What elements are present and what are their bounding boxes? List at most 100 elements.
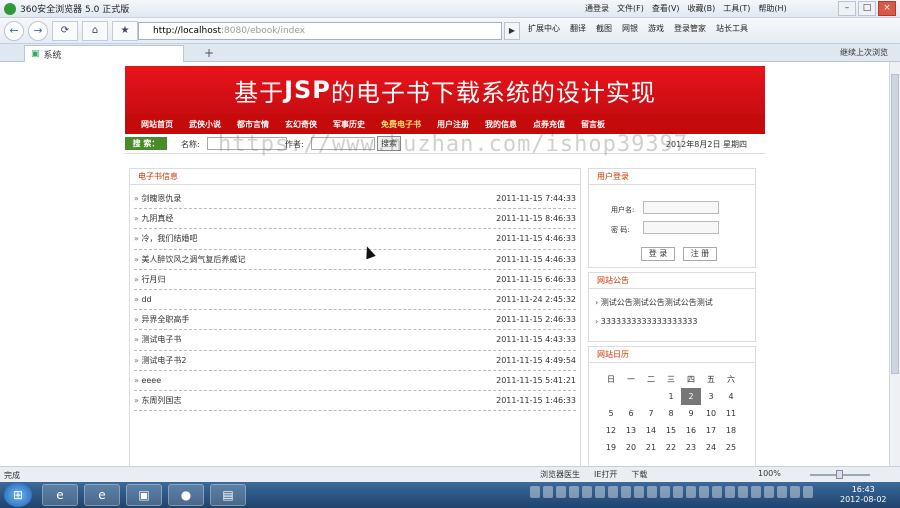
list-item[interactable]: eeee 2011-11-15 5:41:21	[134, 371, 576, 391]
calendar-day[interactable]: 17	[701, 422, 721, 439]
calendar-day[interactable]: 3	[701, 388, 721, 405]
calendar-day[interactable]: 12	[601, 422, 621, 439]
list-item[interactable]: 行月归 2011-11-15 6:46:33	[134, 270, 576, 290]
book-name[interactable]: 行月归	[134, 274, 165, 285]
book-name[interactable]: 测试电子书2	[134, 355, 186, 366]
tray-icon[interactable]	[725, 486, 735, 498]
nav-recharge[interactable]: 点券充值	[525, 119, 573, 130]
tray-icon[interactable]	[582, 486, 592, 498]
notice-item[interactable]: 测试公告测试公告测试公告测试	[595, 297, 755, 317]
tray-icon[interactable]	[764, 486, 774, 498]
calendar-day[interactable]: 21	[641, 439, 661, 456]
calendar-day[interactable]: 14	[641, 422, 661, 439]
tray-icon[interactable]	[647, 486, 657, 498]
book-name[interactable]: eeee	[134, 376, 161, 385]
book-name[interactable]: 东周列国志	[134, 395, 181, 406]
menu-favorites[interactable]: 收藏(B)	[688, 3, 716, 14]
refresh-icon[interactable]: ⟳	[52, 20, 78, 41]
new-tab-icon[interactable]: +	[204, 46, 214, 60]
menu-tools[interactable]: 工具(T)	[723, 3, 750, 14]
tray-icon[interactable]	[608, 486, 618, 498]
download-button[interactable]: 下载	[631, 469, 647, 480]
calendar-day[interactable]: 4	[721, 388, 741, 405]
menu-login[interactable]: 通登录	[585, 3, 609, 14]
close-icon[interactable]: ×	[878, 1, 896, 16]
list-item[interactable]: 剑魄恩仇录 2011-11-15 7:44:33	[134, 189, 576, 210]
toolbar-translate[interactable]: 翻译	[570, 23, 586, 34]
calendar-day[interactable]: 22	[661, 439, 681, 456]
calendar-day[interactable]: 2	[681, 388, 701, 405]
go-icon[interactable]: ▶	[504, 22, 520, 40]
system-clock[interactable]: 16:43 2012-08-02	[840, 485, 887, 505]
folder-taskbar-icon[interactable]: ▤	[210, 484, 246, 506]
nav-free-ebooks[interactable]: 免费电子书	[373, 119, 429, 130]
tray-icon[interactable]	[543, 486, 553, 498]
favorite-star-icon[interactable]: ★	[112, 20, 138, 41]
calendar-day[interactable]: 18	[721, 422, 741, 439]
calendar-day[interactable]: 19	[601, 439, 621, 456]
nav-guestbook[interactable]: 留言板	[573, 119, 613, 130]
calendar-day[interactable]: 13	[621, 422, 641, 439]
list-item[interactable]: 东周列国志 2011-11-15 1:46:33	[134, 391, 576, 412]
menu-help[interactable]: 帮助(H)	[758, 3, 786, 14]
username-field[interactable]	[643, 201, 719, 214]
maximize-icon[interactable]: □	[858, 1, 876, 16]
browser-doctor-button[interactable]: 浏览器医生	[540, 469, 580, 480]
calendar-day[interactable]: 1	[661, 388, 681, 405]
calendar-day[interactable]: 5	[601, 405, 621, 422]
calendar-day[interactable]: 20	[621, 439, 641, 456]
tray-icon[interactable]	[712, 486, 722, 498]
tray-icon[interactable]	[686, 486, 696, 498]
book-name[interactable]: 剑魄恩仇录	[134, 193, 181, 204]
tray-icon[interactable]	[569, 486, 579, 498]
menu-view[interactable]: 查看(V)	[652, 3, 680, 14]
tray-icon[interactable]	[530, 486, 540, 498]
minimize-icon[interactable]: –	[838, 1, 856, 16]
tab-system[interactable]: ▣ 系统	[24, 45, 184, 62]
calendar-day[interactable]: 25	[721, 439, 741, 456]
login-button[interactable]: 登 录	[641, 247, 675, 261]
calendar-day[interactable]: 10	[701, 405, 721, 422]
toolbar-screenshot[interactable]: 截图	[596, 23, 612, 34]
tray-icon[interactable]	[595, 486, 605, 498]
tray-icon[interactable]	[634, 486, 644, 498]
tray-icon[interactable]	[556, 486, 566, 498]
list-item[interactable]: 异界全职高手 2011-11-15 2:46:33	[134, 310, 576, 331]
tray-icon[interactable]	[621, 486, 631, 498]
calendar-day[interactable]: 23	[681, 439, 701, 456]
nav-home[interactable]: 网站首页	[133, 119, 181, 130]
register-button[interactable]: 注 册	[683, 247, 717, 261]
calendar-day[interactable]: 24	[701, 439, 721, 456]
nav-romance[interactable]: 都市言情	[229, 119, 277, 130]
book-name[interactable]: dd	[134, 295, 151, 304]
toolbar-login-manager[interactable]: 登录管家	[674, 23, 706, 34]
book-name[interactable]: 异界全职高手	[134, 314, 189, 325]
nav-my-info[interactable]: 我的信息	[477, 119, 525, 130]
nav-wuxia[interactable]: 武侠小说	[181, 119, 229, 130]
toolbar-games[interactable]: 游戏	[648, 23, 664, 34]
list-item[interactable]: 美人醉饮风之调气复后养威记 2011-11-15 4:46:33	[134, 250, 576, 270]
calendar-day[interactable]: 7	[641, 405, 661, 422]
calendar-day[interactable]: 8	[661, 405, 681, 422]
book-name[interactable]: 测试电子书	[134, 334, 181, 345]
password-field[interactable]	[643, 221, 719, 234]
notice-item[interactable]: 3333333333333333333	[595, 317, 755, 337]
list-item[interactable]: 测试电子书 2011-11-15 4:43:33	[134, 330, 576, 351]
tray-icon[interactable]	[699, 486, 709, 498]
tray-icon[interactable]	[738, 486, 748, 498]
book-name[interactable]: 美人醉饮风之调气复后养威记	[134, 254, 245, 265]
calendar-day[interactable]: 11	[721, 405, 741, 422]
book-name[interactable]: 冷，我们结婚吧	[134, 233, 197, 244]
tray-icon[interactable]	[777, 486, 787, 498]
list-item[interactable]: dd 2011-11-24 2:45:32	[134, 290, 576, 311]
tray-icon[interactable]	[790, 486, 800, 498]
toolbar-webmaster[interactable]: 站长工具	[716, 23, 748, 34]
list-item[interactable]: 九阴真经 2011-11-15 8:46:33	[134, 209, 576, 230]
tray-icon[interactable]	[803, 486, 813, 498]
tray-icon[interactable]	[673, 486, 683, 498]
address-bar[interactable]: http://localhost :8080/ebook/index	[138, 22, 502, 40]
nav-military[interactable]: 军事历史	[325, 119, 373, 130]
list-item[interactable]: 测试电子书2 2011-11-15 4:49:54	[134, 351, 576, 371]
resume-browsing-link[interactable]: 继续上次浏览	[840, 47, 888, 58]
tray-icon[interactable]	[660, 486, 670, 498]
